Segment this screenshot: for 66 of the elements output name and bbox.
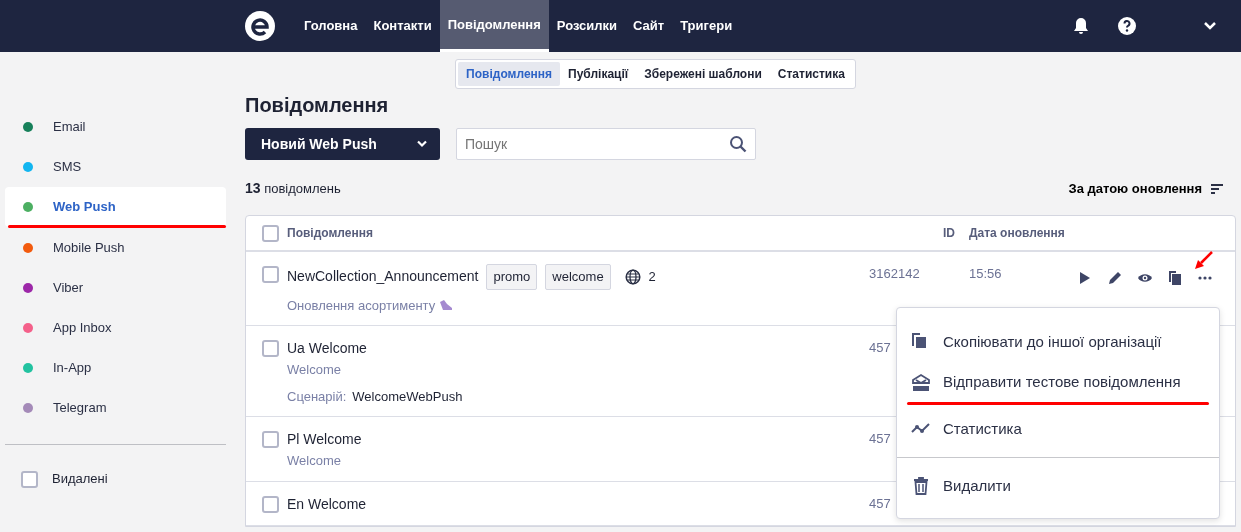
column-header: Дата оновлення [968, 225, 1065, 242]
sort-icon [1210, 182, 1224, 195]
sub-nav-tab[interactable]: Повідомлення [458, 62, 561, 86]
pencil-icon [1107, 270, 1123, 286]
trash-icon [911, 476, 931, 496]
channel-item[interactable]: Email [5, 107, 226, 147]
message-id: 457 [869, 495, 891, 511]
message-subtitle: Welcome [287, 452, 341, 470]
select-all-checkbox[interactable] [262, 224, 279, 242]
nav-tab[interactable]: Розсилки [548, 0, 626, 52]
sub-nav-tab[interactable]: Статистика [769, 62, 853, 86]
channel-item[interactable]: Mobile Push [5, 228, 226, 268]
sub-nav-tab[interactable]: Збережені шаблони [636, 62, 770, 86]
menu-item[interactable]: Відправити тестове повідомлення [897, 362, 1219, 402]
channel-item[interactable]: SMS [5, 147, 226, 187]
sort-button[interactable]: За датою оновлення [1068, 178, 1224, 199]
menu-item[interactable]: Скопіювати до іншої організації [897, 322, 1219, 362]
sub-nav-tab[interactable]: Публікації [560, 62, 637, 86]
message-name[interactable]: Ua Welcome [287, 338, 367, 359]
tag-label: welcome [545, 264, 611, 290]
update-date: 15:56 [968, 265, 1003, 283]
message-id: 457 [869, 431, 891, 446]
message-name[interactable]: En Welcome [287, 493, 367, 515]
channel-item[interactable]: Telegram [5, 388, 226, 428]
copy-icon [1167, 270, 1183, 286]
message-name[interactable]: Pl Welcome [287, 429, 362, 450]
column-header: ID [942, 225, 955, 242]
logo-icon[interactable] [244, 10, 276, 42]
page-title: Повідомлення [245, 93, 390, 117]
message-subtitle: Welcome [287, 361, 341, 379]
scenario-name: WelcomeWebPush [352, 387, 463, 406]
tag-label: promo [486, 264, 538, 290]
message-name[interactable]: NewCollection_Announcement [287, 266, 479, 288]
site-count: 2 [648, 268, 656, 286]
channel-item[interactable]: App Inbox [5, 308, 226, 348]
menu-item[interactable]: Видалити [897, 466, 1219, 506]
nav-tab[interactable]: Головна [296, 0, 366, 52]
new-message-button[interactable]: Новий Web Push [245, 128, 440, 160]
search-field[interactable]: Пошук [456, 128, 756, 160]
row-checkbox[interactable] [262, 266, 279, 283]
menu-item[interactable]: Статистика [897, 409, 1219, 449]
channel-item[interactable]: Viber [5, 268, 226, 308]
column-header: Повідомлення [287, 225, 374, 242]
pointer-arrow [1192, 250, 1214, 272]
nav-tab[interactable]: Контакти [365, 0, 440, 52]
nav-tab[interactable]: Сайт [625, 0, 673, 52]
message-id: 457 [869, 340, 891, 355]
test-mail-icon [911, 372, 931, 392]
message-subtitle: Оновлення асортименту [287, 296, 436, 315]
chevron-down-icon [416, 140, 428, 148]
search-icon [729, 135, 747, 153]
deleted-filter[interactable]: Видалені [5, 461, 226, 497]
scenario-label: Сценарій: [287, 387, 347, 406]
bell-icon[interactable] [1071, 16, 1091, 36]
chevron-down-icon[interactable] [1203, 21, 1217, 31]
channel-item[interactable]: Web Push [5, 187, 226, 227]
help-icon[interactable] [1117, 16, 1137, 36]
nav-tab[interactable]: Тригери [672, 0, 741, 52]
channel-item[interactable]: In-App [5, 348, 226, 388]
nav-tab[interactable]: Повідомлення [439, 0, 549, 52]
message-id: 3162142 [869, 266, 920, 281]
row-checkbox[interactable] [262, 431, 279, 448]
globe-icon [624, 268, 641, 285]
message-count: 13 повідомлень [245, 179, 341, 198]
row-checkbox[interactable] [262, 340, 279, 357]
row-checkbox[interactable] [262, 495, 279, 513]
